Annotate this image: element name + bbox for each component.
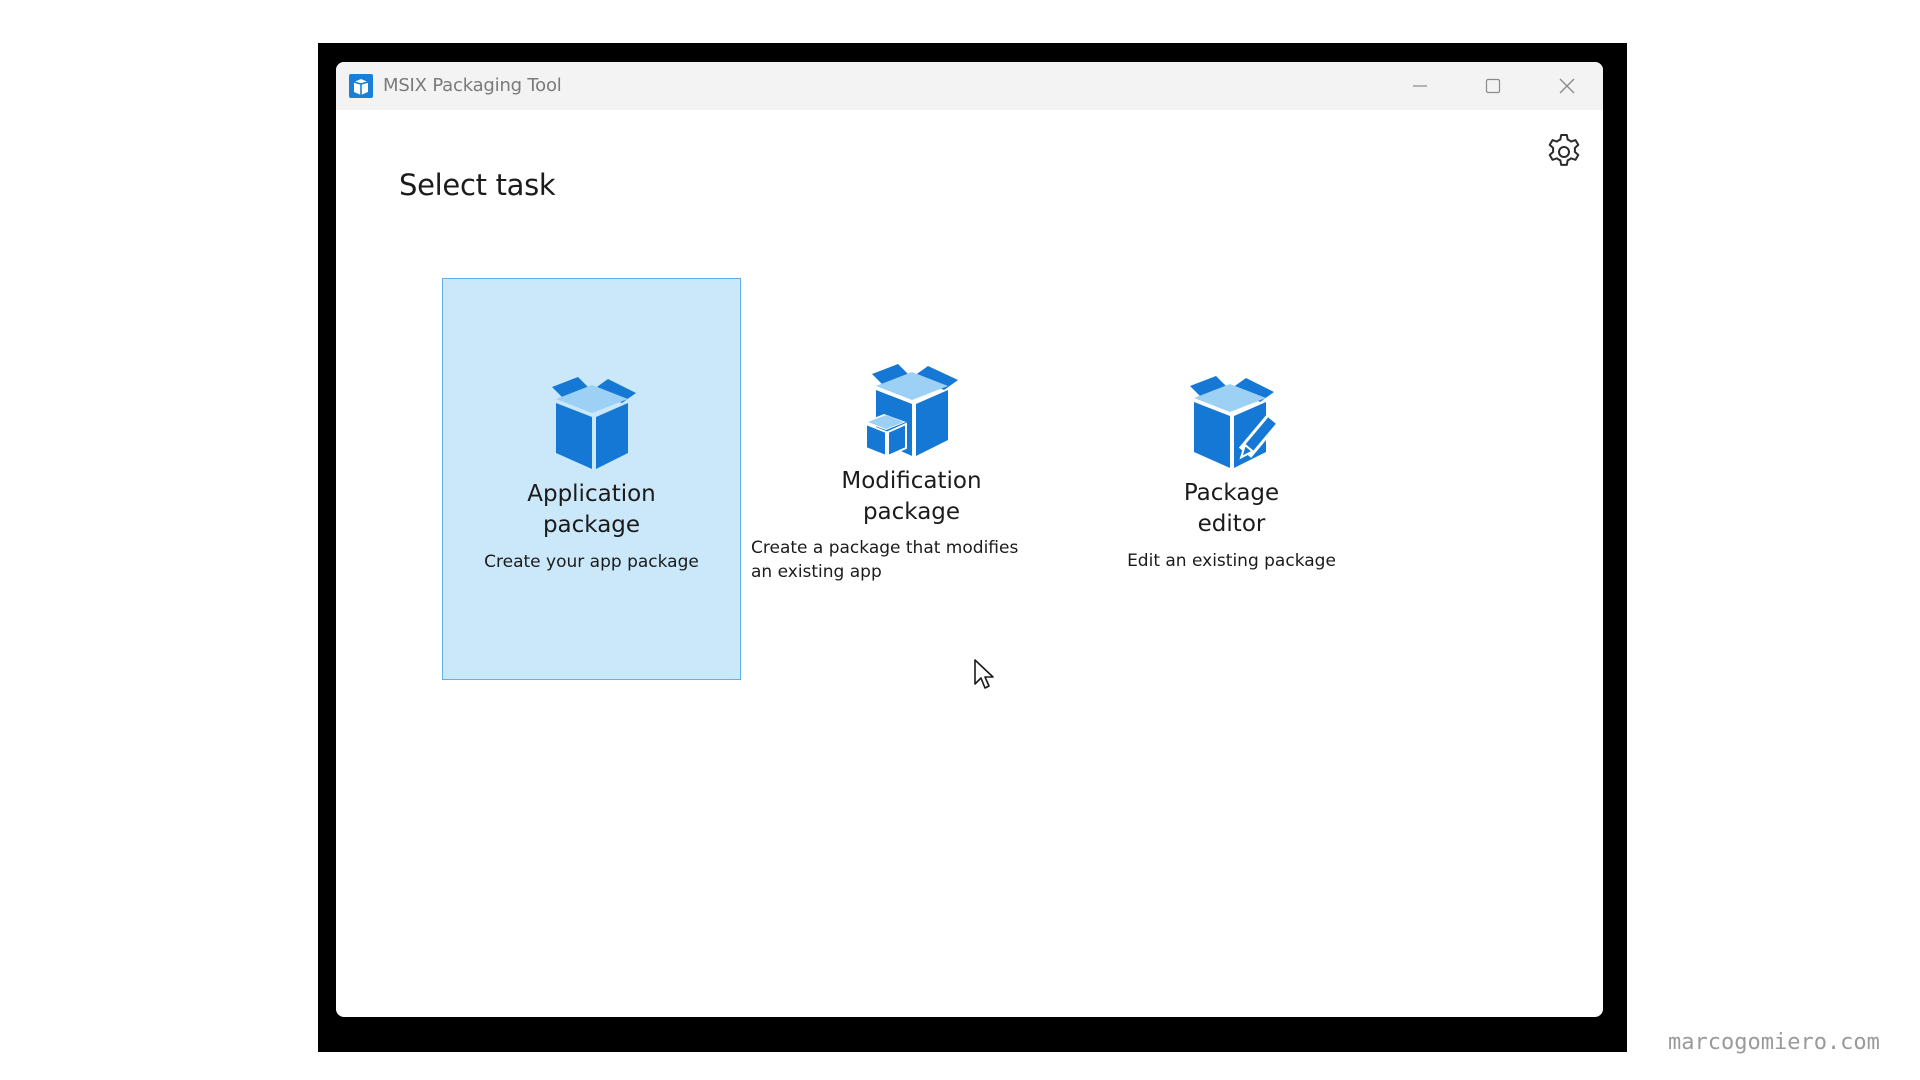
task-title-line: Package bbox=[1183, 480, 1280, 506]
msix-app-icon bbox=[349, 74, 373, 98]
task-card-application-package[interactable]: Application package Create your app pack… bbox=[442, 278, 741, 680]
minimize-button[interactable] bbox=[1384, 62, 1456, 110]
task-description-line: Create a package that modifies bbox=[751, 538, 1019, 558]
task-title-line: editor bbox=[1197, 511, 1266, 537]
maximize-button[interactable] bbox=[1457, 62, 1529, 110]
task-description: Create a package that modifies an existi… bbox=[751, 536, 1071, 584]
task-title: Application package bbox=[443, 479, 740, 541]
gear-icon bbox=[1548, 134, 1580, 166]
modification-package-icon bbox=[863, 364, 958, 458]
window-title: MSIX Packaging Tool bbox=[383, 75, 562, 96]
app-window: MSIX Packaging Tool Select task Applicat… bbox=[336, 62, 1603, 1017]
task-title-line: Application bbox=[527, 481, 656, 507]
task-title: Modification package bbox=[762, 466, 1061, 528]
watermark: marcogomiero.com bbox=[1668, 1030, 1880, 1055]
screen: MSIX Packaging Tool Select task Applicat… bbox=[0, 0, 1920, 1080]
task-title-line: package bbox=[862, 499, 961, 525]
page-title: Select task bbox=[399, 168, 556, 202]
mouse-cursor-icon bbox=[974, 659, 994, 689]
task-title: Package editor bbox=[1082, 478, 1381, 540]
task-description: Create your app package bbox=[484, 552, 699, 572]
close-icon bbox=[1559, 78, 1575, 94]
task-card-modification-package[interactable]: Modification package Create a package th… bbox=[751, 278, 1061, 680]
settings-button[interactable] bbox=[1542, 129, 1586, 173]
task-description-line: an existing app bbox=[751, 562, 882, 582]
video-frame: MSIX Packaging Tool Select task Applicat… bbox=[318, 43, 1627, 1052]
close-button[interactable] bbox=[1531, 62, 1603, 110]
task-title-line: package bbox=[542, 512, 641, 538]
minimize-icon bbox=[1413, 85, 1427, 87]
package-editor-icon bbox=[1189, 376, 1281, 468]
task-card-package-editor[interactable]: Package editor Edit an existing package bbox=[1082, 278, 1381, 680]
task-description: Edit an existing package bbox=[1127, 551, 1336, 571]
task-title-line: Modification bbox=[841, 468, 982, 494]
title-bar[interactable]: MSIX Packaging Tool bbox=[336, 62, 1603, 110]
package-icon bbox=[551, 377, 636, 469]
maximize-icon bbox=[1485, 78, 1501, 94]
